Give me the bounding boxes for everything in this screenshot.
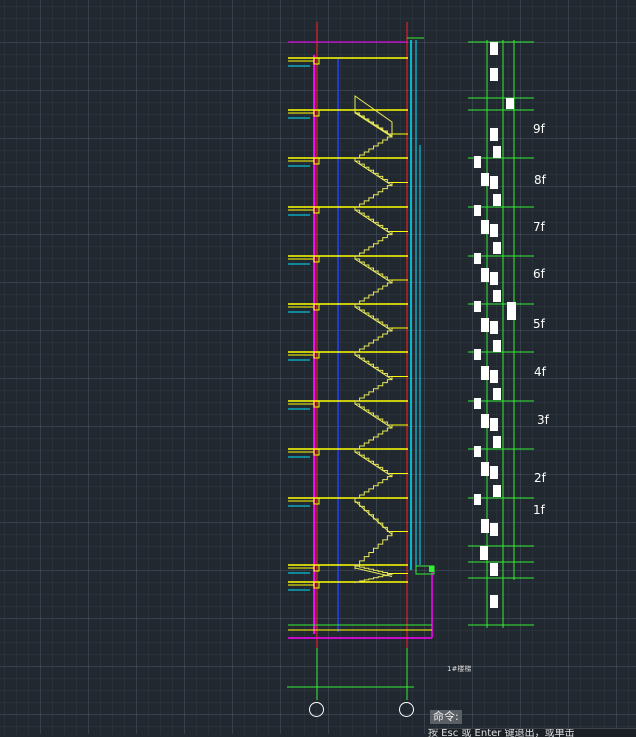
stair-stringer-a-5 — [354, 306, 393, 332]
sheet-label: 1#楼梯 — [447, 665, 472, 673]
command-line[interactable]: 命令: 按 Esc 或 Enter 键退出，或单击 — [428, 708, 636, 737]
stair-flight-b-7 — [354, 425, 393, 452]
stair-flight-b-5 — [354, 328, 393, 355]
window-marker-22 — [474, 349, 481, 360]
window-marker-11 — [490, 224, 498, 237]
window-marker-0 — [490, 42, 498, 55]
window-marker-7 — [490, 176, 498, 189]
window-marker-33 — [493, 485, 501, 497]
window-marker-20 — [490, 321, 498, 334]
window-marker-32 — [490, 466, 498, 479]
window-marker-28 — [490, 418, 498, 431]
window-marker-18 — [474, 301, 481, 312]
stair-flights — [354, 95, 408, 584]
floor-label-1f: 1f — [533, 503, 545, 517]
window-marker-10 — [481, 220, 489, 234]
stair-flight-b-9 — [354, 531, 393, 570]
window-marker-13 — [474, 253, 481, 264]
floor-label-4f: 4f — [534, 365, 546, 379]
command-input[interactable]: 按 Esc 或 Enter 键退出，或单击 — [428, 728, 636, 737]
window-marker-6 — [481, 173, 489, 186]
window-marker-36 — [490, 523, 498, 536]
stair-stringer-a-2 — [354, 160, 393, 186]
dimension-lines — [407, 37, 534, 628]
stair-stringer-a-3 — [354, 209, 393, 235]
window-marker-34 — [474, 494, 481, 505]
window-marker-24 — [490, 370, 498, 383]
stair-flight-b-3 — [354, 231, 393, 260]
floor-label-6f: 6f — [533, 267, 545, 281]
window-marker-12 — [493, 242, 501, 254]
stair-flight-b-8 — [354, 473, 393, 502]
axis-bubble-right — [399, 702, 414, 717]
window-marker-37 — [480, 546, 488, 560]
window-marker-31 — [481, 462, 489, 476]
window-marker-35 — [481, 519, 489, 533]
floor-slabs — [288, 57, 408, 591]
window-marker-26 — [474, 398, 481, 409]
window-marker-21 — [493, 340, 501, 352]
wall-lines — [288, 40, 433, 639]
window-marker-16 — [493, 290, 501, 302]
stair-stringer-a-6 — [354, 354, 393, 380]
floor-label-5f: 5f — [533, 317, 545, 331]
window-marker-2 — [506, 98, 514, 109]
command-prompt: 命令: — [430, 710, 462, 724]
stair-flight-b-2 — [354, 182, 393, 211]
window-marker-3 — [490, 128, 498, 141]
axis-bubble-left — [309, 702, 324, 717]
window-marker-9 — [474, 205, 481, 216]
window-marker-29 — [493, 436, 501, 448]
stair-stringer-a-7 — [354, 403, 393, 429]
stair-stringer-a-8 — [354, 451, 393, 477]
window-marker-17 — [507, 302, 516, 320]
floor-label-7f: 7f — [533, 220, 545, 234]
window-marker-30 — [474, 446, 481, 457]
window-marker-39 — [490, 595, 498, 608]
window-marker-38 — [490, 563, 498, 576]
window-marker-19 — [481, 318, 489, 332]
window-marker-8 — [493, 194, 501, 206]
window-marker-4 — [493, 146, 501, 158]
window-marker-14 — [481, 268, 489, 282]
window-marker-5 — [474, 156, 481, 168]
roof-stair — [354, 95, 393, 137]
stair-flight-b-1 — [354, 134, 393, 161]
window-marker-27 — [481, 414, 489, 428]
floor-label-8f: 8f — [534, 173, 546, 187]
floor-label-3f: 3f — [537, 413, 549, 427]
window-markers — [415, 42, 516, 608]
window-marker-23 — [481, 366, 489, 380]
stair-flight-b-4 — [354, 280, 393, 307]
window-marker-1 — [490, 68, 498, 81]
floor-label-9f: 9f — [533, 122, 545, 136]
grip-handle — [429, 566, 434, 572]
stair-stringer-a-4 — [354, 258, 393, 284]
window-marker-25 — [493, 388, 501, 400]
stair-flight-b-6 — [354, 376, 393, 405]
floor-label-2f: 2f — [534, 471, 546, 485]
stair-stringer-a-9 — [354, 500, 393, 535]
axis-lines — [287, 22, 414, 700]
window-marker-15 — [490, 272, 498, 285]
stair-stringer-a-1 — [354, 112, 393, 138]
